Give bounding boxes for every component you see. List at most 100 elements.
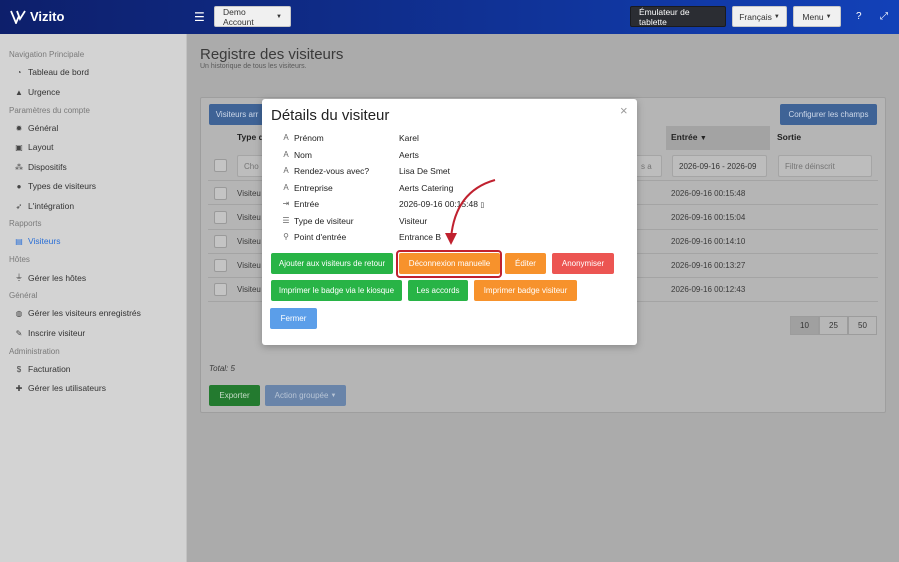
- sidebar-item-dashboard[interactable]: ◔ Tableau de bord: [14, 67, 89, 77]
- anonymize-button[interactable]: Anonymiser: [552, 253, 614, 274]
- sidebar-item-layout[interactable]: ▣ Layout: [14, 142, 53, 152]
- chevron-down-icon: ▼: [773, 13, 780, 20]
- sidebar-item-billing[interactable]: $ Facturation: [14, 364, 71, 374]
- row-entry-cell: 2026-09-16 00:12:43: [671, 285, 746, 294]
- image-icon: ▣: [15, 142, 23, 152]
- visitors-filter-button[interactable]: Visiteurs arr: [209, 104, 265, 125]
- add-returning-visitor-button[interactable]: Ajouter aux visiteurs de retour: [271, 253, 393, 274]
- modal-title: Détails du visiteur: [271, 107, 390, 124]
- sidebar-item-integration[interactable]: ➶ L'intégration: [14, 201, 74, 211]
- menu-label: Menu: [802, 11, 824, 22]
- print-badge-kiosk-button[interactable]: Imprimer le badge via le kiosque: [271, 280, 402, 301]
- configure-fields-button[interactable]: Configurer les champs: [780, 104, 877, 125]
- chevron-down-icon: ▼: [276, 13, 282, 20]
- row-type-cell: Visiteu: [237, 261, 261, 270]
- list-icon: ☰: [282, 216, 290, 225]
- detail-value-visitor-type: Visiteur: [399, 216, 428, 226]
- warning-icon: ▲: [15, 87, 23, 97]
- row-checkbox[interactable]: [214, 187, 227, 200]
- annotation-arrow-icon: [445, 179, 496, 245]
- network-icon: ⁂: [15, 162, 23, 172]
- row-entry-cell: 2026-09-16 00:15:48: [671, 189, 746, 198]
- edit-button[interactable]: Éditer: [505, 253, 546, 274]
- font-icon: A: [283, 133, 289, 142]
- sidebar-item-label: Types de visiteurs: [28, 181, 97, 191]
- account-dropdown-button[interactable]: Demo Account ▼: [214, 6, 291, 27]
- sidebar-item-visitors[interactable]: ▤ Visiteurs: [14, 236, 60, 246]
- sidebar-section-account-settings: Paramètres du compte: [9, 106, 90, 115]
- expand-icon[interactable]: ⤢: [880, 11, 888, 22]
- sidebar-item-registered-visitors[interactable]: ◍ Gérer les visiteurs enregistrés: [14, 308, 141, 318]
- chevron-down-icon: ▼: [825, 13, 832, 20]
- gear-icon: ✹: [15, 123, 23, 133]
- exit-filter-input[interactable]: Filtre déinscrit: [778, 155, 872, 177]
- sidebar-section-reports: Rapports: [9, 219, 42, 228]
- tablet-emulator-button[interactable]: Émulateur de tablette: [630, 6, 726, 27]
- sidebar-item-manage-hosts[interactable]: ⏚ Gérer les hôtes: [14, 272, 86, 283]
- page-size-50[interactable]: 50: [848, 316, 877, 335]
- bulk-action-label: Action groupée: [274, 391, 329, 400]
- tablet-label: Émulateur de tablette: [639, 6, 690, 27]
- detail-value-entry-point: Entrance B: [399, 232, 442, 242]
- detail-label-company: Entreprise: [294, 183, 333, 193]
- page-title: Registre des visiteurs: [200, 46, 344, 63]
- menu-dropdown-button[interactable]: Menu ▼: [793, 6, 841, 27]
- question-icon[interactable]: ?: [856, 11, 862, 22]
- font-icon: A: [283, 183, 289, 192]
- language-dropdown-button[interactable]: Français ▼: [732, 6, 787, 27]
- dollar-icon: $: [16, 364, 22, 374]
- page-size-25[interactable]: 25: [819, 316, 848, 335]
- sidebar-item-devices[interactable]: ⁂ Dispositifs: [14, 162, 67, 172]
- sidebar-item-register-visitor[interactable]: ✎ Inscrire visiteur: [14, 328, 86, 338]
- search-filter-input[interactable]: s a: [634, 155, 662, 177]
- sidebar-item-manage-users[interactable]: ✚ Gérer les utilisateurs: [14, 383, 106, 393]
- bulk-action-button[interactable]: Action groupée ▼: [265, 385, 346, 406]
- select-all-checkbox[interactable]: [214, 159, 227, 172]
- row-type-cell: Visiteu: [237, 213, 261, 222]
- row-checkbox[interactable]: [214, 235, 227, 248]
- sidebar-item-label: Facturation: [28, 364, 71, 374]
- sidebar-item-label: Dispositifs: [28, 162, 67, 172]
- total-count: Total: 5: [209, 364, 235, 373]
- column-header-entry-label: Entrée: [671, 132, 698, 142]
- detail-label-visitor-type: Type de visiteur: [294, 216, 354, 226]
- brand-logo[interactable]: Vizito: [10, 9, 64, 24]
- book-icon: ▤: [15, 236, 23, 246]
- detail-value-firstname: Karel: [399, 133, 419, 143]
- sidebar-item-visitor-types[interactable]: ● Types de visiteurs: [14, 181, 96, 191]
- row-type-cell: Visiteu: [237, 237, 261, 246]
- close-modal-button[interactable]: Fermer: [270, 308, 317, 329]
- sidebar-item-emergency[interactable]: ▲ Urgence: [14, 87, 60, 97]
- row-checkbox[interactable]: [214, 259, 227, 272]
- hamburger-menu-icon[interactable]: ☰: [194, 10, 205, 24]
- row-entry-cell: 2026-09-16 00:14:10: [671, 237, 746, 246]
- font-icon: A: [283, 166, 289, 175]
- row-entry-cell: 2026-09-16 00:13:27: [671, 261, 746, 270]
- chevron-down-icon: ▼: [330, 392, 337, 399]
- row-type-cell: Visiteu: [237, 189, 261, 198]
- date-range-filter[interactable]: 2026-09-16 - 2026-09: [672, 155, 767, 177]
- column-header-entry[interactable]: Entrée ▼: [671, 132, 707, 142]
- page-size-10[interactable]: 10: [790, 316, 819, 335]
- sidebar-item-general[interactable]: ✹ Général: [14, 123, 59, 133]
- sidebar-item-label: L'intégration: [28, 201, 75, 211]
- column-header-exit[interactable]: Sortie: [777, 132, 801, 142]
- sidebar-item-label: Tableau de bord: [28, 67, 89, 77]
- dashboard-icon: ◔: [16, 67, 22, 77]
- sidebar-item-label: Visiteurs: [28, 236, 61, 246]
- sidebar-item-label: Gérer les visiteurs enregistrés: [28, 308, 141, 318]
- sidebar-item-label: Inscrire visiteur: [28, 328, 86, 338]
- sidebar-item-label: Gérer les hôtes: [28, 272, 87, 283]
- location-icon: ⚲: [283, 232, 289, 241]
- plug-icon: ⏚: [15, 273, 23, 282]
- user-plus-icon: ✚: [15, 383, 23, 393]
- sidebar-item-label: Gérer les utilisateurs: [28, 383, 106, 393]
- agreements-button[interactable]: Les accords: [408, 280, 468, 301]
- row-checkbox[interactable]: [214, 283, 227, 296]
- print-visitor-badge-button[interactable]: Imprimer badge visiteur: [474, 280, 577, 301]
- column-header-type[interactable]: Type d: [237, 132, 264, 142]
- export-button[interactable]: Exporter: [209, 385, 260, 406]
- row-checkbox[interactable]: [214, 211, 227, 224]
- close-icon[interactable]: ×: [620, 103, 628, 118]
- sidebar-section-administration: Administration: [9, 347, 60, 356]
